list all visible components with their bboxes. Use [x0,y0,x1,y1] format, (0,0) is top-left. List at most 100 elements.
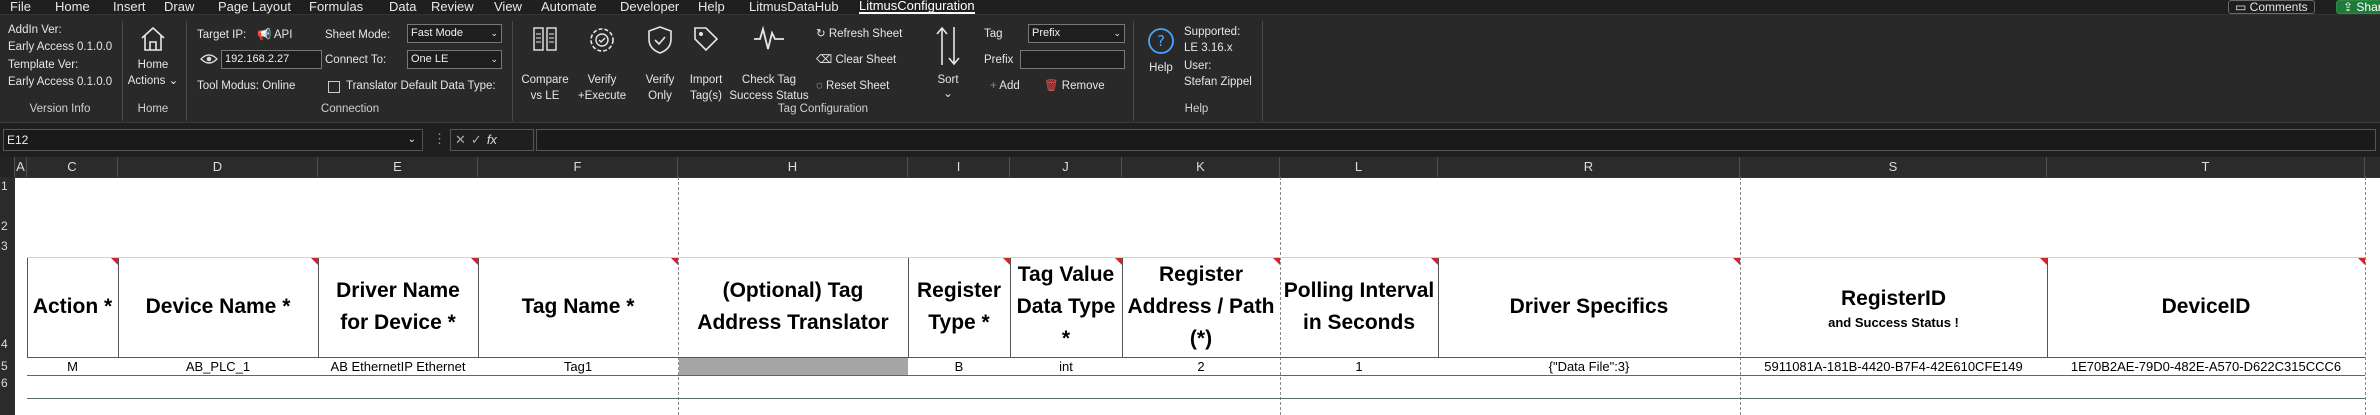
header-driver-name[interactable]: Driver Name for Device * [322,257,474,357]
column-header-s[interactable]: S [1740,157,2047,177]
clear-sheet-button[interactable]: ⌫ Clear Sheet [816,53,896,68]
prefix-label: Prefix [984,54,1014,66]
select-all-corner[interactable] [0,157,15,177]
column-header-r[interactable]: R [1438,157,1740,177]
comment-indicator[interactable] [1273,258,1280,265]
column-header-d[interactable]: D [118,157,318,177]
header-polling-interval[interactable]: Polling Interval in Seconds [1282,257,1436,357]
comment-indicator[interactable] [1431,258,1438,265]
refresh-sheet-button[interactable]: ↻ Refresh Sheet [816,27,902,42]
comment-indicator[interactable] [111,258,118,265]
column-header-h[interactable]: H [678,157,908,177]
menu-developer[interactable]: Developer [620,0,679,14]
cell-action[interactable]: M [27,358,118,375]
cell-translator[interactable] [679,358,908,375]
cell-device-name[interactable]: AB_PLC_1 [118,358,318,375]
column-header-l[interactable]: L [1280,157,1438,177]
comment-indicator[interactable] [671,258,678,265]
remove-button[interactable]: 🗑 Remove [1044,79,1105,94]
header-tag-value-type[interactable]: Tag Value Data Type * [1012,257,1120,357]
target-ip-input[interactable]: 192.168.2.27 [221,50,322,69]
header-register-address[interactable]: Register Address / Path (*) [1124,257,1278,357]
column-header-a[interactable]: A [15,157,27,177]
cell-tag-value-type[interactable]: int [1010,358,1122,375]
comment-indicator[interactable] [2358,258,2365,265]
comment-indicator[interactable] [2040,258,2047,265]
compare-vs-le-button[interactable]: Compare vs LE [517,25,573,102]
name-box[interactable]: E12 ⌄ [3,129,423,151]
share-button[interactable]: ⇪ Share [2336,0,2380,14]
header-action[interactable]: Action * [27,257,118,357]
cell-register-type[interactable]: B [908,358,1010,375]
column-header-t[interactable]: T [2047,157,2365,177]
cell-polling-interval[interactable]: 1 [1280,358,1438,375]
add-button[interactable]: + Add [990,79,1020,94]
header-tag-name[interactable]: Tag Name * [478,257,678,357]
column-header-i[interactable]: I [908,157,1010,177]
cell-device-id[interactable]: 1E70B2AE-79D0-482E-A570-D622C315CCC6 [2047,358,2365,375]
translator-default-checkbox[interactable] [328,81,340,93]
formula-input[interactable] [536,129,2376,151]
menu-draw[interactable]: Draw [164,0,194,14]
menu-page-layout[interactable]: Page Layout [218,0,291,14]
connect-to-select[interactable]: One LE ⌄ [407,50,502,69]
eye-icon[interactable] [200,53,218,65]
insert-function-button[interactable]: fx [487,132,497,147]
cell-driver-name[interactable]: AB EthernetIP Ethernet [318,358,478,375]
header-register-type[interactable]: Register Type * [910,257,1008,357]
more-options-icon[interactable]: ⋮ [433,131,446,147]
cell-tag-name[interactable]: Tag1 [478,358,678,375]
menu-formulas[interactable]: Formulas [309,0,363,14]
comment-indicator[interactable] [311,258,318,265]
header-translator[interactable]: (Optional) Tag Address Translator [682,257,904,357]
header-driver-specifics[interactable]: Driver Specifics [1438,257,1740,357]
menu-home[interactable]: Home [55,0,90,14]
verify-execute-button[interactable]: Verify +Execute [575,25,629,102]
menu-review[interactable]: Review [431,0,474,14]
comment-indicator[interactable] [471,258,478,265]
row-header-3[interactable]: 3 [0,239,15,253]
menu-file[interactable]: File [10,0,31,14]
check-tag-success-button[interactable]: Check Tag Success Status [728,25,810,102]
row-header-1[interactable]: 1 [0,179,15,193]
tag-mode-select[interactable]: Prefix ⌄ [1028,24,1125,43]
prefix-input[interactable] [1020,50,1125,69]
sort-button[interactable]: Sort ⌄ [928,25,968,105]
supported-label: Supported: [1184,26,1241,38]
api-option[interactable]: 📢 API [257,28,292,43]
column-header-f[interactable]: F [478,157,678,177]
row-header-2[interactable]: 2 [0,219,15,233]
comment-indicator[interactable] [1115,258,1122,265]
import-tags-button[interactable]: Import Tag(s) [684,25,728,102]
verify-only-button[interactable]: Verify Only [637,25,683,102]
cell-register-address[interactable]: 2 [1122,358,1280,375]
row-header-6[interactable]: 6 [0,376,15,390]
sheet-mode-select[interactable]: Fast Mode ⌄ [407,24,502,43]
header-register-id[interactable]: RegisterID and Success Status ! [1740,257,2047,357]
menu-litmus-data-hub[interactable]: LitmusDataHub [749,0,839,14]
menu-insert[interactable]: Insert [113,0,146,14]
column-header-j[interactable]: J [1010,157,1122,177]
column-header-e[interactable]: E [318,157,478,177]
enter-icon[interactable]: ✓ [471,132,487,147]
column-header-k[interactable]: K [1122,157,1280,177]
help-button[interactable]: ? Help [1139,27,1183,97]
comments-button[interactable]: ▭ Comments [2228,0,2315,14]
cell-register-id[interactable]: 5911081A-181B-4420-B7F4-42E610CFE149 [1740,358,2047,375]
header-device-id[interactable]: DeviceID [2047,257,2365,357]
column-header-c[interactable]: C [27,157,118,177]
cell-driver-specifics[interactable]: {"Data File":3} [1438,358,1740,375]
comment-indicator[interactable] [1733,258,1740,265]
menu-help[interactable]: Help [698,0,725,14]
comment-indicator[interactable] [1003,258,1010,265]
row-header-4[interactable]: 4 [0,337,15,351]
menu-data[interactable]: Data [389,0,416,14]
cancel-icon[interactable]: ✕ [455,132,471,147]
row-header-5[interactable]: 5 [0,359,15,373]
reset-sheet-button[interactable]: ◌ Reset Sheet [816,79,889,94]
menu-automate[interactable]: Automate [541,0,597,14]
header-device-name[interactable]: Device Name * [118,257,318,357]
menu-view[interactable]: View [494,0,522,14]
menu-litmus-configuration[interactable]: LitmusConfiguration [859,0,975,14]
home-actions-button[interactable]: Home Actions ⌄ [127,25,179,100]
